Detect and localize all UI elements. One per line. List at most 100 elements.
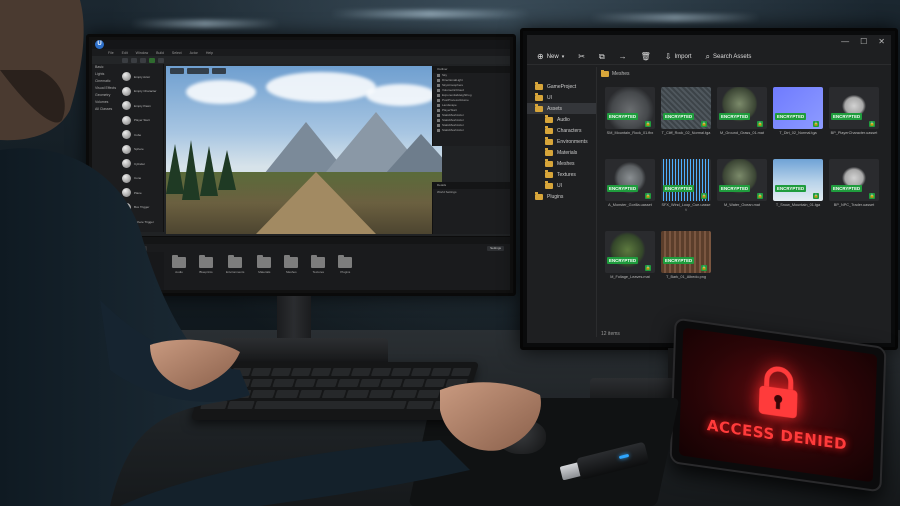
menu-item[interactable]: File	[108, 51, 114, 55]
close-icon[interactable]: ✕	[878, 37, 885, 46]
content-folder[interactable]: Environments	[226, 255, 244, 274]
folder-tree-item[interactable]: Materials	[527, 147, 596, 158]
place-actor-item[interactable]: Empty Actor	[122, 70, 162, 83]
place-actor-item[interactable]: Sphere Trigger	[122, 215, 162, 228]
asset-browser-window: — ☐ ✕ ⊕ New ▾ ✂ ⧉ → 🗑 ⇩ Import ⌕ Search As…	[527, 35, 891, 343]
folder-tree-item[interactable]: Environments	[527, 136, 596, 147]
actor-shape-icon	[122, 159, 131, 168]
menu-item[interactable]: Build	[156, 51, 164, 55]
folder-tree-item[interactable]: UI	[527, 92, 596, 103]
folder-tree-item[interactable]: Audio	[527, 114, 596, 125]
place-actor-item[interactable]: Cone	[122, 172, 162, 185]
folder-icon	[311, 255, 326, 268]
asset-tile[interactable]: ENCRYPTED 🔒 M_Water_Ocean.mat	[717, 159, 767, 223]
move-icon[interactable]: →	[619, 52, 627, 61]
folder-tree-item[interactable]: Textures	[527, 169, 596, 180]
content-folder[interactable]: Blueprints	[199, 255, 213, 274]
asset-tile[interactable]: ENCRYPTED 🔒 SFX_Wind_Loop_Cue.uasset	[661, 159, 711, 223]
folder-tree-item[interactable]: Assets	[527, 103, 596, 114]
place-actor-item[interactable]: Player Start	[122, 114, 162, 127]
outliner-label: StaticMeshActor	[442, 128, 464, 132]
place-actor-label: Sphere Trigger	[134, 219, 154, 224]
menu-item[interactable]: Edit	[122, 51, 128, 55]
content-folder[interactable]: Textures	[311, 255, 326, 274]
cut-icon[interactable]: ✂	[578, 52, 585, 61]
computer-mouse	[498, 420, 546, 454]
import-button[interactable]: ⇩ Import	[665, 52, 692, 61]
level-viewport[interactable]	[166, 66, 442, 234]
folder-tree-item[interactable]: GameProject	[527, 81, 596, 92]
copy-icon[interactable]: ⧉	[599, 52, 605, 61]
menu-item[interactable]: Actor	[190, 51, 198, 55]
lock-icon: 🔒	[701, 265, 707, 271]
asset-tile[interactable]: ENCRYPTED 🔒 BP_PlayerCharacter.uasset	[829, 87, 879, 151]
editor-menu-bar: File Edit Window Build Select Actor Help	[92, 49, 510, 56]
menu-item[interactable]: Help	[206, 51, 213, 55]
folder-tree-item[interactable]: Characters	[527, 125, 596, 136]
menu-item[interactable]: Select	[172, 51, 182, 55]
content-settings-button[interactable]: Settings	[487, 245, 504, 251]
content-browser-tab[interactable]: Content Browser	[92, 237, 510, 244]
new-button[interactable]: ⊕ New ▾	[537, 52, 564, 61]
folder-icon	[338, 255, 353, 268]
folder-tree-item[interactable]: UI	[527, 180, 596, 191]
maximize-icon[interactable]: ☐	[860, 37, 867, 46]
asset-tile[interactable]: ENCRYPTED 🔒 SM_Mountain_Rock_01.fbx	[605, 87, 655, 151]
asset-tile[interactable]: ENCRYPTED 🔒 A_Monster_Gorilla.uasset	[605, 159, 655, 223]
content-toolbar-button[interactable]: Add	[96, 245, 108, 251]
asset-tile[interactable]: ENCRYPTED 🔒 BP_NPC_Trader.uasset	[829, 159, 879, 223]
encrypted-badge: ENCRYPTED	[663, 257, 695, 264]
place-actor-item[interactable]: Sphere	[122, 143, 162, 156]
actor-icon	[437, 84, 440, 87]
content-browser-folders: Audio Blueprints Environments Materials Mesh…	[172, 255, 353, 274]
viewport-menu-button[interactable]	[170, 68, 184, 74]
place-actor-item[interactable]: Cylinder	[122, 157, 162, 170]
place-actor-label: Cone	[134, 176, 142, 180]
asset-tile[interactable]: ENCRYPTED 🔒 T_Bark_01_Albedo.png	[661, 231, 711, 295]
asset-filename: BP_PlayerCharacter.uasset	[830, 131, 878, 135]
content-folder[interactable]: Audio	[172, 255, 186, 274]
outliner-tab[interactable]: Outliner	[433, 66, 510, 73]
minimize-icon[interactable]: —	[841, 37, 849, 46]
content-folder[interactable]: Plugins	[338, 255, 353, 274]
asset-tile[interactable]: ENCRYPTED 🔒 T_Snow_Mountain_01.tga	[773, 159, 823, 223]
delete-icon[interactable]: 🗑	[641, 52, 651, 61]
content-folder[interactable]: Meshes	[284, 255, 299, 274]
folder-tree-item[interactable]: Plugins	[527, 191, 596, 202]
details-tab[interactable]: Details	[433, 182, 510, 189]
outliner-row[interactable]: StaticMeshActor	[433, 128, 510, 133]
play-button[interactable]	[149, 57, 155, 63]
toolbar-button[interactable]	[140, 57, 146, 63]
toolbar-button[interactable]	[122, 57, 128, 63]
toolbar-button[interactable]	[131, 57, 137, 63]
content-toolbar-button[interactable]: Import	[111, 245, 126, 251]
asset-tile[interactable]: ENCRYPTED 🔒 T_Dirt_02_Normal.tga	[773, 87, 823, 151]
breadcrumb-current[interactable]: Meshes	[612, 71, 630, 77]
folder-tree-item[interactable]: Meshes	[527, 158, 596, 169]
folder-icon	[535, 192, 543, 200]
toolbar-button[interactable]	[158, 57, 164, 63]
encrypted-badge: ENCRYPTED	[607, 257, 639, 264]
folder-icon	[535, 82, 543, 90]
place-actor-item[interactable]: Empty Character	[122, 85, 162, 98]
menu-item[interactable]: Window	[136, 51, 148, 55]
content-folder-label: Plugins	[340, 270, 351, 274]
world-settings-tab[interactable]: World Settings	[433, 189, 510, 196]
place-actor-item[interactable]: Cube	[122, 128, 162, 141]
place-actor-item[interactable]: Box Trigger	[122, 201, 162, 214]
folder-icon	[284, 255, 299, 268]
content-toolbar-button[interactable]: Save All	[129, 245, 147, 251]
content-folder[interactable]: Materials	[257, 255, 272, 274]
search-assets-input[interactable]: ⌕ Search Assets	[706, 52, 752, 61]
asset-tile[interactable]: ENCRYPTED 🔒 M_Ground_Grass_01.mat	[717, 87, 767, 151]
asset-tile[interactable]: ENCRYPTED 🔒 T_Cliff_Rock_02_Normal.tga	[661, 87, 711, 151]
actor-icon	[437, 79, 440, 82]
viewport-lit-button[interactable]	[212, 68, 226, 74]
place-actor-item[interactable]: Empty Pawn	[122, 99, 162, 112]
viewport-perspective-button[interactable]	[187, 68, 209, 74]
asset-tile[interactable]: ENCRYPTED 🔒 M_Foliage_Leaves.mat	[605, 231, 655, 295]
left-monitor: U File Edit Window Build Select Actor Help Bas…	[86, 34, 516, 296]
asset-folder-tree: GameProject UI Assets Audio Characters Enviro…	[527, 67, 597, 337]
place-actor-item[interactable]: Plane	[122, 186, 162, 199]
engine-logo-icon: U	[95, 40, 104, 49]
